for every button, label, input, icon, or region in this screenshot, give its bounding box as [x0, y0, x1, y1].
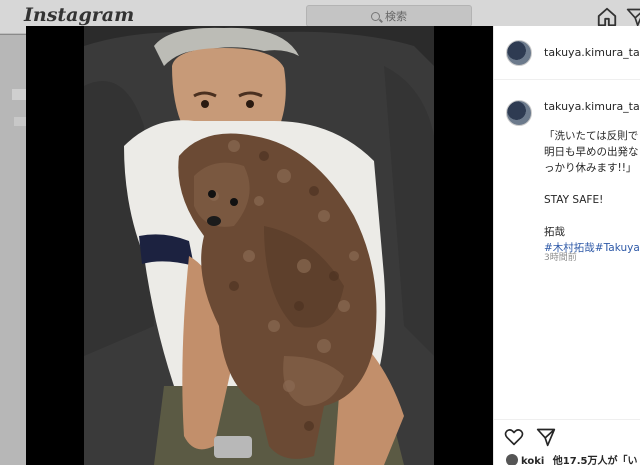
feed-fragment — [14, 117, 26, 126]
caption-line: っかり休みます!!」 — [544, 162, 637, 174]
feed-fragment — [12, 89, 26, 100]
instagram-logo[interactable]: Instagram — [24, 4, 134, 26]
page-background — [0, 35, 26, 465]
home-icon[interactable] — [596, 6, 618, 28]
direct-message-icon[interactable] — [626, 6, 640, 28]
search-box[interactable]: 検索 — [306, 5, 472, 27]
author-username[interactable]: takuya.kimura_tak — [544, 46, 640, 59]
post-photo[interactable] — [26, 26, 493, 465]
caption-line: 明日も早めの出発な — [544, 146, 639, 158]
caption-line: 「洗いたては反則で — [544, 130, 639, 142]
search-icon — [371, 11, 380, 21]
post-caption: 「洗いたては反則で 明日も早めの出発な っかり休みます!!」 STAY SAFE… — [544, 128, 640, 256]
liker-avatar — [506, 454, 518, 465]
author-avatar[interactable] — [506, 40, 532, 66]
likes-summary[interactable]: koki_ 他17.5万人が「い — [506, 452, 637, 465]
caption-line: STAY SAFE! — [544, 194, 604, 206]
heart-icon[interactable] — [504, 428, 524, 446]
photo-image — [84, 26, 434, 465]
caption-line: 拓哉 — [544, 226, 565, 238]
post-header: takuya.kimura_tak — [494, 26, 640, 80]
post-modal: takuya.kimura_tak takuya.kimura_tak 「洗いた… — [26, 26, 640, 465]
share-icon[interactable] — [536, 427, 556, 447]
search-placeholder: 検索 — [385, 10, 407, 23]
post-actions: koki_ 他17.5万人が「い — [494, 419, 640, 465]
caption-username[interactable]: takuya.kimura_tak — [544, 100, 640, 113]
likes-text: koki_ 他17.5万人が「い — [521, 456, 638, 465]
post-sidebar: takuya.kimura_tak takuya.kimura_tak 「洗いた… — [493, 26, 640, 465]
caption-avatar[interactable] — [506, 100, 532, 126]
post-timestamp: 3時間前 — [544, 253, 577, 263]
